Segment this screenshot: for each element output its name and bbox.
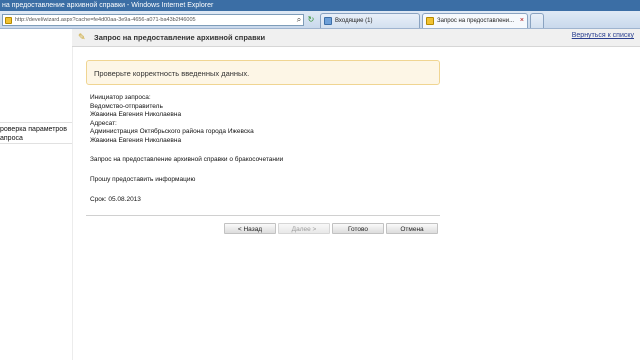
window-title-bar: на предоставление архивной справки - Win… [0,0,640,11]
inbox-icon [324,17,332,25]
address-bar[interactable]: http://devel/wizard.aspx?cache=fe4d00aa-… [2,14,304,26]
cancel-button[interactable]: Отмена [386,223,438,234]
sender-org: Ведомство-отправитель [90,102,163,110]
page-icon [426,17,434,25]
wizard-wand-icon: ✎ [78,32,86,42]
browser-toolbar: http://devel/wizard.aspx?cache=fe4d00aa-… [0,11,640,29]
sidebar-border [72,47,73,360]
deadline: Срок: 05.08.2013 [90,196,141,203]
search-icon[interactable]: ⌕ [294,14,304,26]
initiator-heading: Инициатор запроса: [90,94,151,101]
new-tab-button[interactable] [530,13,544,28]
close-tab-icon[interactable]: × [520,14,524,28]
sender-person: Жвакина Евгения Николаевна [90,111,182,118]
page-header: ✎ Запрос на предоставление архивной спра… [72,29,640,47]
validation-notice: Проверьте корректность введенных данных. [86,60,440,85]
tab-label: Запрос на предоставлени... [437,18,515,24]
sidebar-item-check-parameters[interactable]: роверка параметров апроса [0,122,72,144]
sidebar-item-label: роверка параметров апроса [0,126,67,142]
done-button[interactable]: Готово [332,223,384,234]
addressee-person: Жвакина Евгения Николаевна [90,136,182,144]
tab-request[interactable]: Запрос на предоставлени... × [422,13,528,28]
request-text: Прошу предоставить информацию [90,176,196,183]
page-title: Запрос на предоставление архивной справк… [94,33,266,42]
back-button[interactable]: < Назад [224,223,276,234]
window-title: на предоставление архивной справки - Win… [2,2,214,9]
request-subject: Запрос на предоставление архивной справк… [90,156,284,163]
tab-label: Входящие (1) [335,18,373,24]
tab-inbox[interactable]: Входящие (1) [320,13,420,28]
next-button[interactable]: Далее > [278,223,330,234]
favicon-icon [5,17,12,24]
address-url: http://devel/wizard.aspx?cache=fe4d00aa-… [15,17,196,23]
refresh-icon[interactable]: ↻ [306,14,316,26]
back-to-list-link[interactable]: Вернуться к списку [572,32,634,39]
addressee-heading: Адресат: [90,119,117,127]
notice-text: Проверьте корректность введенных данных. [94,69,250,78]
addressee-org: Администрация Октябрьского района города… [90,128,254,135]
divider [86,215,440,216]
